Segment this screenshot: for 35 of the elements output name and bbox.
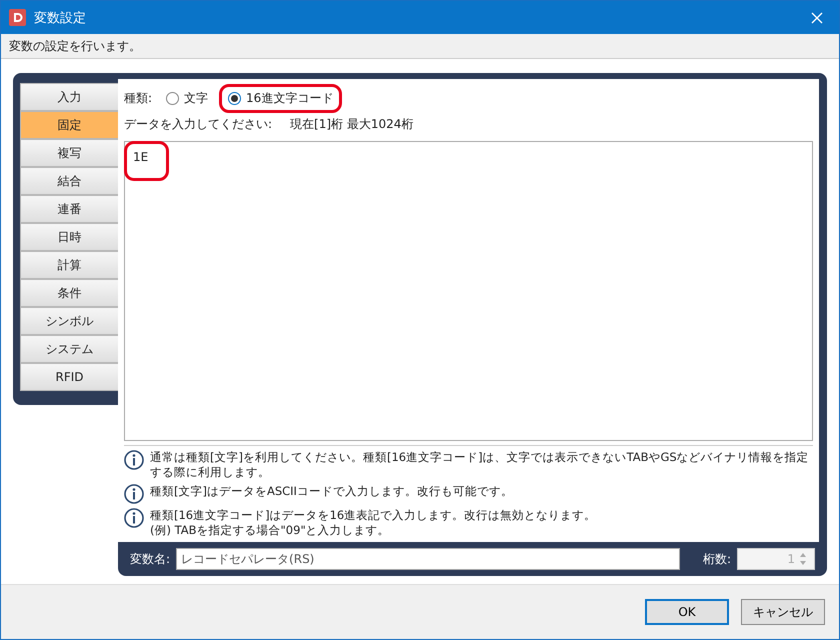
category-tab[interactable]: 条件: [20, 279, 118, 307]
data-status: 現在[1]桁 最大1024桁: [290, 116, 414, 132]
type-label: 種類:: [124, 90, 152, 106]
radio-option[interactable]: 文字: [160, 86, 214, 110]
category-tab[interactable]: 日時: [20, 223, 118, 251]
info-icon: [124, 484, 144, 504]
data-input-field[interactable]: 1E: [124, 141, 813, 441]
info-note: 通常は種類[文字]を利用してください。種類[16進文字コード]は、文字では表示できないTABやGSなどバイナリ情報を指定する際に利用します。: [150, 450, 810, 480]
window-description: 変数の設定を行います。: [1, 34, 839, 59]
category-tab[interactable]: 入力: [20, 83, 118, 111]
highlighted-data-value: 1E: [127, 144, 166, 178]
category-tab[interactable]: RFID: [20, 363, 118, 391]
window-title: 変数設定: [34, 10, 87, 26]
category-tab[interactable]: 固定: [20, 111, 118, 139]
data-prompt: データを入力してください:: [124, 116, 272, 132]
cancel-button[interactable]: キャンセル: [741, 599, 825, 625]
info-note: 種類[16進文字コード]はデータを16進表記で入力します。改行は無効となります。 (例) TABを指定する場合"09"と入力します。: [150, 508, 596, 538]
category-tab[interactable]: システム: [20, 335, 118, 363]
variable-name-field[interactable]: レコードセパレータ(RS): [176, 548, 680, 570]
radio-icon[interactable]: [228, 92, 242, 104]
info-note: 種類[文字]はデータをASCIIコードで入力します。改行も可能です。: [150, 484, 513, 499]
radio-icon[interactable]: [166, 92, 180, 104]
variable-name-label: 変数名:: [130, 550, 170, 568]
category-tab[interactable]: 結合: [20, 167, 118, 195]
category-tab[interactable]: 複写: [20, 139, 118, 167]
info-icon: [124, 508, 144, 528]
close-icon[interactable]: [811, 12, 823, 24]
category-tab[interactable]: 計算: [20, 251, 118, 279]
category-tab[interactable]: 連番: [20, 195, 118, 223]
highlighted-radio-option[interactable]: 16進文字コード: [222, 86, 340, 110]
category-tab[interactable]: シンボル: [20, 307, 118, 335]
ok-button[interactable]: OK: [645, 599, 729, 625]
app-logo-icon: [9, 9, 26, 26]
info-icon: [124, 450, 144, 470]
digits-label: 桁数:: [702, 550, 731, 568]
